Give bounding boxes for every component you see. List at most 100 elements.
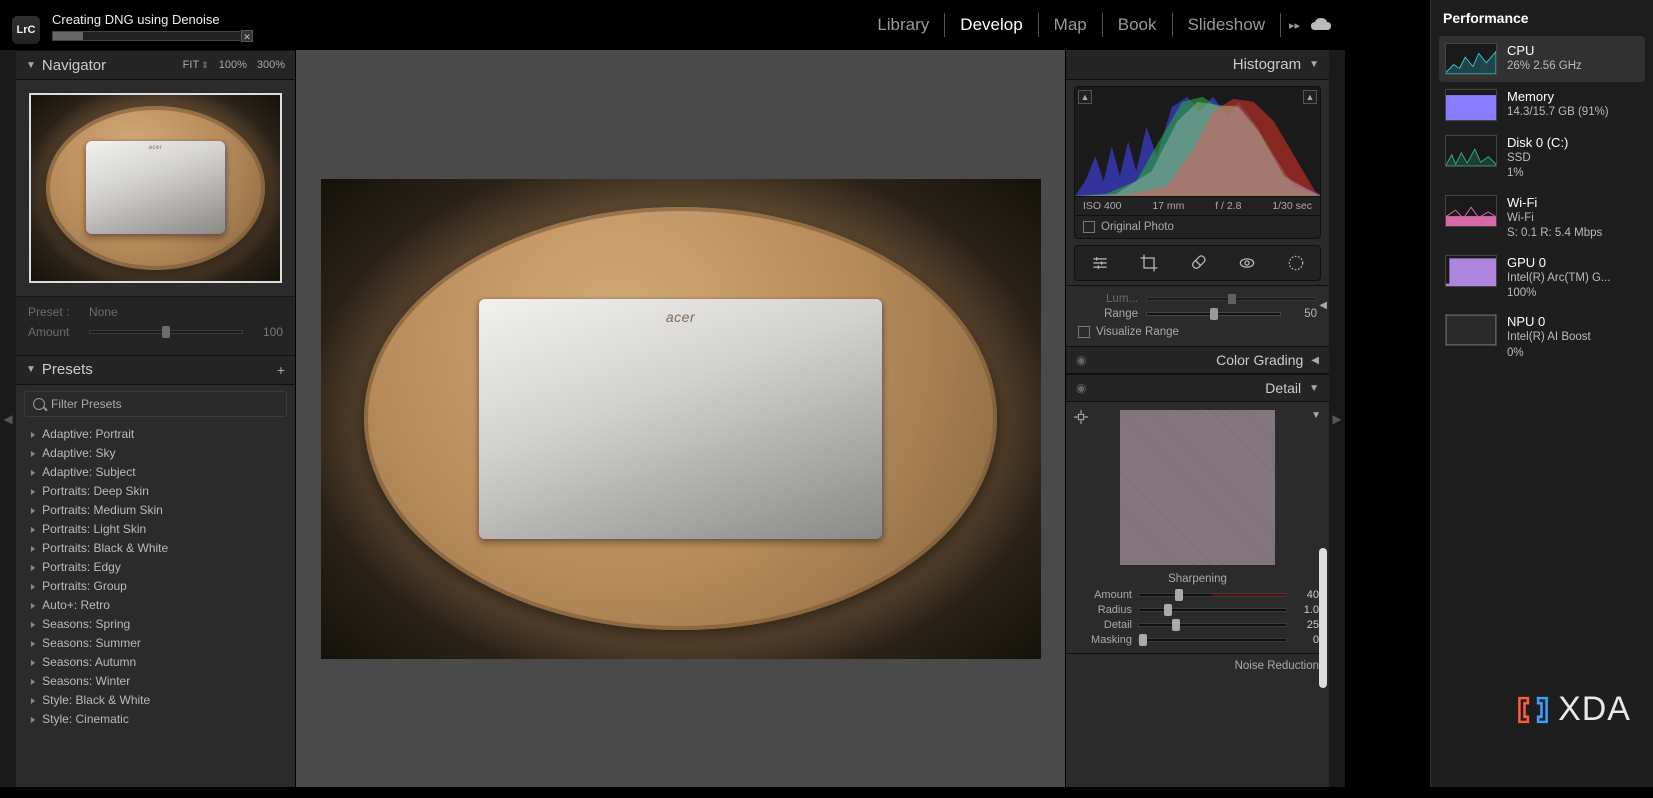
sharp-amount-slider[interactable] [1138, 593, 1287, 597]
navigator-zoom-controls: FIT 100% 300% [183, 59, 285, 71]
module-map[interactable]: Map [1039, 9, 1102, 41]
perf-item-wifi[interactable]: Wi-FiWi-FiS: 0.1 R: 5.4 Mbps [1439, 188, 1645, 248]
perf-item-name: Wi-Fi [1507, 195, 1602, 210]
right-scrollbar-thumb[interactable] [1319, 548, 1327, 688]
navigator-header[interactable]: ▼ Navigator FIT 100% 300% [16, 50, 295, 80]
presets-list: ▶Adaptive: Portrait▶Adaptive: Sky▶Adapti… [16, 423, 295, 787]
preset-folder[interactable]: ▶Seasons: Spring [16, 615, 295, 634]
develop-tool-strip [1074, 245, 1321, 281]
chevron-right-icon: ▶ [31, 658, 35, 667]
perf-item-npu[interactable]: NPU 0Intel(R) AI Boost0% [1439, 307, 1645, 367]
preset-folder[interactable]: ▶Portraits: Group [16, 577, 295, 596]
module-book[interactable]: Book [1103, 9, 1172, 41]
histogram-header[interactable]: Histogram ▼ [1066, 50, 1329, 80]
preset-folder[interactable]: ▶Style: Black & White [16, 691, 295, 710]
perf-item-memory[interactable]: Memory14.3/15.7 GB (91%) [1439, 82, 1645, 128]
sharp-amount-value: 40 [1293, 589, 1319, 601]
meta-aperture: f / 2.8 [1215, 200, 1241, 212]
chevron-right-icon: ▶ [31, 620, 35, 629]
presets-header[interactable]: ▼ Presets + [16, 355, 295, 385]
right-scrollbar[interactable] [1319, 338, 1327, 798]
chevron-right-icon: ▶ [31, 430, 35, 439]
perf-item-gpu[interactable]: GPU 0Intel(R) Arc(TM) G...100% [1439, 248, 1645, 308]
xda-logo-text: XDA [1558, 690, 1631, 729]
color-grading-header[interactable]: ◉ Color Grading ◀ [1066, 346, 1329, 374]
preset-folder-label: Adaptive: Sky [42, 446, 115, 460]
amount-slider[interactable] [89, 330, 243, 334]
healing-tool-icon[interactable] [1188, 253, 1208, 273]
preset-folder[interactable]: ▶Seasons: Autumn [16, 653, 295, 672]
detail-picker-icon[interactable] [1074, 410, 1088, 424]
expand-icon[interactable]: ◀ [1319, 300, 1327, 311]
task-cancel-button[interactable]: ✕ [241, 30, 253, 42]
navigator-preview[interactable] [29, 93, 282, 283]
perf-item-sub2: 1% [1507, 166, 1568, 180]
crop-tool-icon[interactable] [1139, 253, 1159, 273]
xda-watermark: XDA [1516, 690, 1631, 729]
detail-header[interactable]: ◉ Detail ▼ [1066, 374, 1329, 402]
app-logo: LrC [12, 16, 40, 44]
preset-folder[interactable]: ▶Adaptive: Subject [16, 463, 295, 482]
sharp-masking-slider[interactable] [1138, 638, 1287, 642]
preset-folder[interactable]: ▶Style: Cinematic [16, 710, 295, 729]
preset-folder[interactable]: ▶Portraits: Black & White [16, 539, 295, 558]
module-slideshow[interactable]: Slideshow [1173, 9, 1281, 41]
eye-icon[interactable]: ◉ [1076, 381, 1086, 395]
preset-folder[interactable]: ▶Seasons: Summer [16, 634, 295, 653]
visualize-range-toggle[interactable]: Visualize Range [1078, 326, 1317, 338]
perf-sparkline [1445, 89, 1497, 121]
preset-folder[interactable]: ▶Portraits: Edgy [16, 558, 295, 577]
xda-logo-icon [1516, 693, 1550, 727]
preset-folder-label: Portraits: Medium Skin [42, 503, 163, 517]
meta-focal: 17 mm [1152, 200, 1184, 212]
chevron-right-icon: ▶ [31, 677, 35, 686]
perf-item-disk[interactable]: Disk 0 (C:)SSD1% [1439, 128, 1645, 188]
zoom-fit[interactable]: FIT [183, 59, 209, 71]
preset-folder[interactable]: ▶Seasons: Winter [16, 672, 295, 691]
task-progress-fill [53, 32, 83, 40]
perf-sparkline [1445, 135, 1497, 167]
eye-icon[interactable]: ◉ [1076, 353, 1086, 367]
edit-tool-icon[interactable] [1090, 253, 1110, 273]
left-edge-expander[interactable]: ◀ [0, 50, 16, 787]
histogram-canvas[interactable]: ▲ ▲ [1075, 87, 1320, 197]
perf-item-name: Disk 0 (C:) [1507, 135, 1568, 150]
detail-preview[interactable] [1120, 410, 1275, 565]
module-library[interactable]: Library [862, 9, 944, 41]
module-overflow-button[interactable]: ▸▸ [1281, 19, 1299, 32]
original-photo-label: Original Photo [1101, 221, 1174, 233]
perf-item-cpu[interactable]: CPU26% 2.56 GHz [1439, 36, 1645, 82]
perf-item-sub2: 100% [1507, 286, 1611, 300]
chevron-right-icon: ▶ [31, 563, 35, 572]
sharp-radius-label: Radius [1076, 604, 1132, 616]
zoom-300[interactable]: 300% [257, 59, 285, 71]
module-develop[interactable]: Develop [945, 9, 1037, 41]
cloud-sync-icon[interactable] [1309, 17, 1333, 33]
preset-folder[interactable]: ▶ Adaptive: Portrait [16, 425, 295, 444]
perf-item-sub1: 26% 2.56 GHz [1507, 59, 1582, 73]
presets-filter-input[interactable]: Filter Presets [24, 391, 287, 417]
preset-folder[interactable]: ▶Portraits: Medium Skin [16, 501, 295, 520]
sharp-detail-slider[interactable] [1138, 623, 1287, 627]
zoom-100[interactable]: 100% [219, 59, 247, 71]
presets-add-button[interactable]: + [277, 362, 285, 378]
preset-folder-label: Adaptive: Portrait [42, 427, 134, 441]
preset-folder[interactable]: ▶Portraits: Light Skin [16, 520, 295, 539]
range-slider[interactable] [1146, 312, 1281, 316]
checkbox-icon [1078, 326, 1090, 338]
chevron-right-icon: ▶ [31, 582, 35, 591]
preset-folder[interactable]: ▶Portraits: Deep Skin [16, 482, 295, 501]
masking-tool-icon[interactable] [1286, 253, 1306, 273]
titlebar: LrC Creating DNG using Denoise ✕ Library… [0, 0, 1345, 50]
redeye-tool-icon[interactable] [1237, 253, 1257, 273]
sharp-radius-slider[interactable] [1138, 608, 1287, 612]
sharp-masking-label: Masking [1076, 634, 1132, 646]
preset-amount-section: Preset : None Amount 100 [16, 296, 295, 355]
canvas-area[interactable] [296, 50, 1065, 787]
truncated-slider[interactable] [1146, 297, 1317, 301]
preset-folder[interactable]: ▶Auto+: Retro [16, 596, 295, 615]
original-photo-toggle[interactable]: Original Photo [1075, 215, 1320, 238]
preset-folder[interactable]: ▶Adaptive: Sky [16, 444, 295, 463]
task-progressbar: ✕ [52, 31, 252, 41]
right-edge-expander[interactable]: ▶ [1329, 50, 1345, 787]
